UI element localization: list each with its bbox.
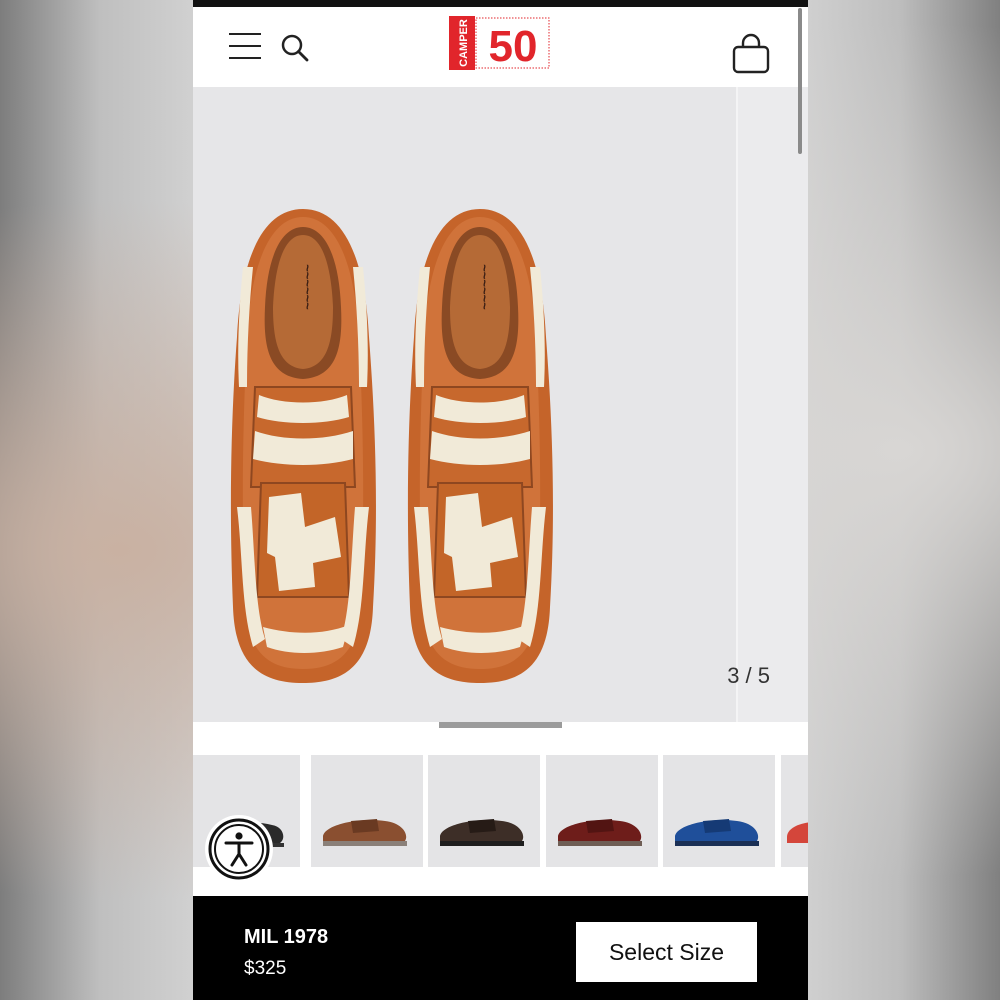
product-main-image: ~~~~~~ — [229, 208, 554, 684]
next-image-peek[interactable] — [738, 87, 808, 722]
product-price: $325 — [244, 958, 287, 979]
accessibility-button[interactable] — [207, 817, 271, 881]
logo-text: CAMPER — [458, 19, 470, 67]
loafer-thumb-icon — [787, 822, 808, 843]
select-size-button[interactable]: Select Size — [576, 922, 757, 982]
loafer-thumb-icon — [323, 819, 407, 846]
hamburger-menu-icon[interactable] — [229, 33, 263, 63]
loafer-thumb-icon — [440, 819, 524, 846]
logo-number: 50 — [489, 22, 538, 70]
carousel-position-indicator[interactable] — [439, 722, 562, 728]
accessibility-icon — [208, 818, 270, 880]
search-icon[interactable] — [280, 33, 310, 63]
thumbnail-variant-dark-brown[interactable] — [428, 755, 540, 867]
shopping-bag-icon[interactable] — [731, 33, 771, 75]
loafer-thumb-icon — [675, 819, 759, 846]
thumbnail-variant-red[interactable] — [781, 755, 808, 867]
product-name: MIL 1978 — [244, 926, 329, 948]
thumbnail-variant-blue[interactable] — [663, 755, 775, 867]
purchase-bar: MIL 1978 $325 Select Size — [193, 896, 808, 1000]
image-counter: 3 / 5 — [727, 663, 770, 688]
status-strip — [193, 0, 808, 7]
color-variant-thumbnails — [193, 755, 808, 867]
loafer-thumb-icon — [558, 819, 642, 846]
page-scrollbar[interactable] — [798, 8, 802, 154]
camper-50-logo[interactable]: CAMPER 50 — [449, 16, 551, 71]
mobile-screen: CAMPER 50 3 / 5 MIL 1978 $325 Select Siz… — [193, 0, 808, 1000]
product-image-gallery[interactable]: ~~~~~~ 3 / 5 — [193, 87, 808, 722]
thumbnail-variant-brown[interactable] — [311, 755, 423, 867]
site-header: CAMPER 50 — [193, 7, 808, 87]
thumbnail-variant-burgundy[interactable] — [546, 755, 658, 867]
